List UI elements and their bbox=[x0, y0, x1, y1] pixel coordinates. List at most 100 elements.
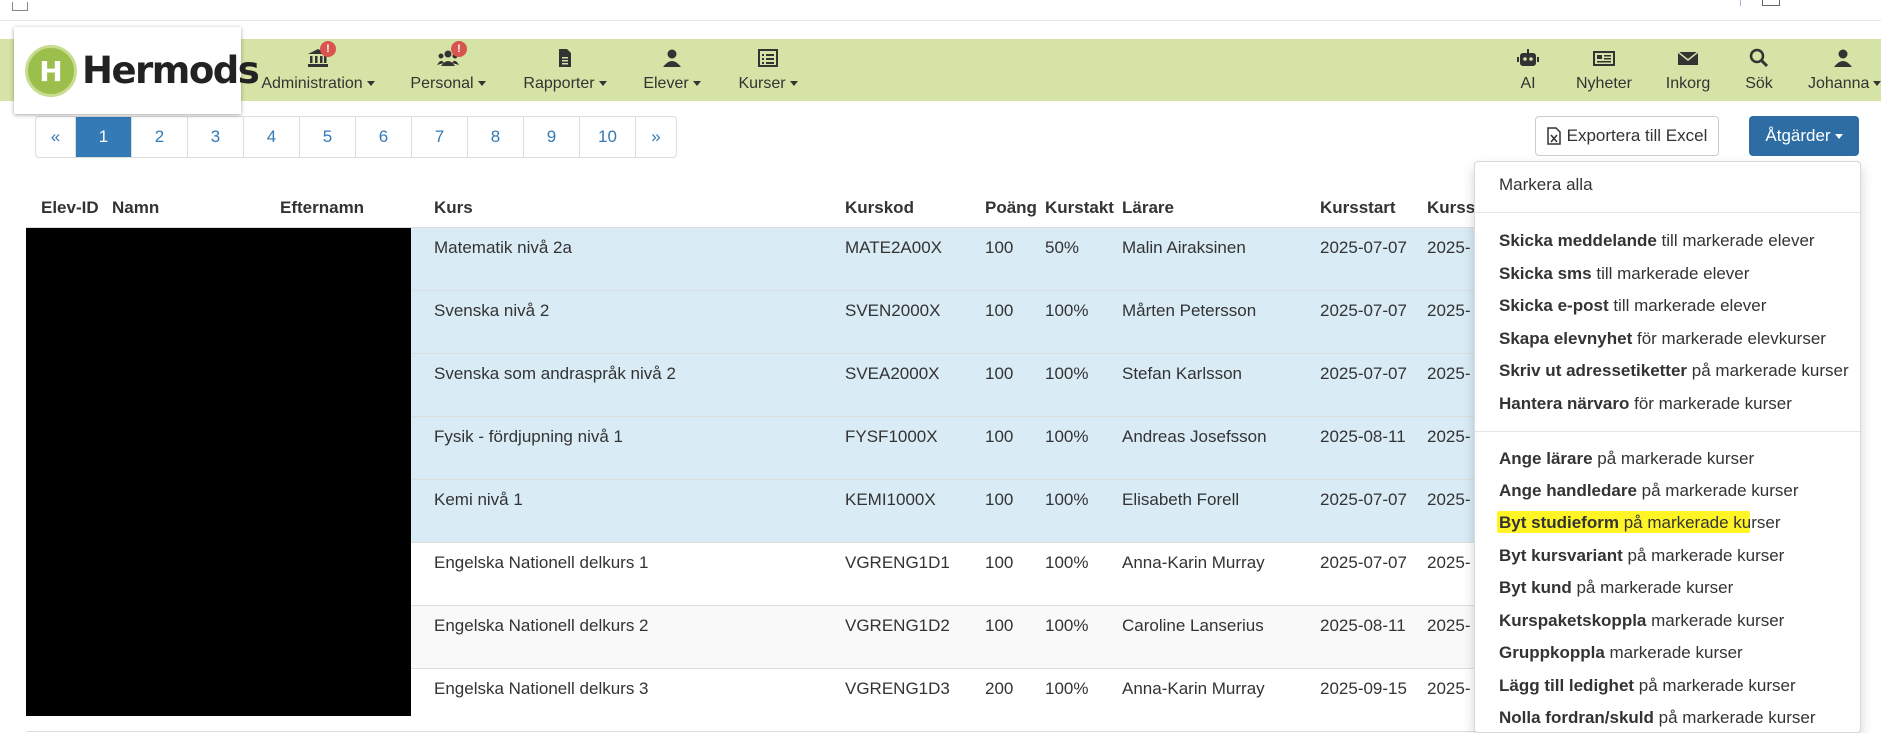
column-header[interactable]: Kurs bbox=[434, 198, 473, 218]
cell-kursstart: 2025-07-07 bbox=[1320, 301, 1407, 320]
menu-item-strong: Skapa elevnyhet bbox=[1499, 329, 1633, 348]
column-header[interactable]: Efternamn bbox=[280, 198, 364, 218]
menu-item-strong: Skicka meddelande bbox=[1499, 231, 1657, 250]
menu-item-reset-claim[interactable]: Nolla fordran/skuld på markerade kurser bbox=[1499, 708, 1816, 728]
cell-kurstakt: 100% bbox=[1045, 679, 1089, 698]
cell-kurstakt: 100% bbox=[1045, 427, 1089, 446]
menu-item-rest: på markerade kurser bbox=[1571, 578, 1734, 597]
nav-label: Rapporter bbox=[523, 75, 595, 92]
page-link-1[interactable]: 1 bbox=[76, 117, 132, 157]
nav-inkorg[interactable]: Inkorg bbox=[1660, 39, 1716, 101]
cell-kursslut: 2025- bbox=[1427, 301, 1471, 320]
cell-poang: 100 bbox=[985, 238, 1014, 257]
menu-item-add-leave[interactable]: Lägg till ledighet på markerade kurser bbox=[1499, 676, 1796, 696]
cell-larare: Caroline Lanserius bbox=[1122, 616, 1264, 635]
cell-larare: Andreas Josefsson bbox=[1122, 427, 1267, 446]
divider bbox=[1740, 0, 1741, 6]
menu-item-print-labels[interactable]: Skriv ut adressetiketter på markerade ku… bbox=[1499, 361, 1849, 381]
cell-larare: Stefan Karlsson bbox=[1122, 364, 1243, 383]
caret-down-icon bbox=[1873, 81, 1881, 87]
column-header[interactable]: Kursstart bbox=[1320, 198, 1396, 218]
column-header[interactable]: Kurskod bbox=[845, 198, 914, 218]
menu-divider bbox=[1475, 431, 1860, 432]
nav-administration[interactable]: ! Administration bbox=[258, 39, 378, 101]
menu-item-strong: Skicka sms bbox=[1499, 264, 1592, 283]
menu-item-change-study-form[interactable]: Byt studieform på markerade kurser bbox=[1499, 513, 1781, 533]
menu-item-strong: Kurspaketskoppla bbox=[1499, 611, 1647, 630]
menu-item-change-course-variant[interactable]: Byt kursvariant på markerade kurser bbox=[1499, 546, 1784, 566]
menu-item-set-supervisor[interactable]: Ange handledare på markerade kurser bbox=[1499, 481, 1799, 501]
cell-kurskod: KEMI1000X bbox=[845, 490, 936, 509]
cell-kurskod: MATE2A00X bbox=[845, 238, 943, 257]
menu-item-strong: Skriv ut adressetiketter bbox=[1499, 361, 1688, 380]
cell-kurs: Kemi nivå 1 bbox=[434, 490, 523, 509]
menu-item-link-package[interactable]: Kurspaketskoppla markerade kurser bbox=[1499, 611, 1784, 631]
caret-down-icon bbox=[692, 81, 701, 87]
table-header: Elev-ID Namn Efternamn Kurs Kurskod Poän… bbox=[26, 195, 1486, 229]
column-header[interactable]: Kurstakt bbox=[1045, 198, 1114, 218]
actions-dropdown-button[interactable]: Åtgärder bbox=[1749, 116, 1859, 156]
menu-item-strong: Gruppkoppla bbox=[1499, 643, 1605, 662]
nav-elever[interactable]: Elever bbox=[637, 39, 707, 101]
page-link-6[interactable]: 6 bbox=[356, 117, 412, 157]
nav-ai[interactable]: AI bbox=[1510, 39, 1546, 101]
menu-item-attendance[interactable]: Hantera närvaro för markerade kurser bbox=[1499, 394, 1792, 414]
brand-logo[interactable]: H Hermods bbox=[14, 27, 260, 114]
cell-larare: Mårten Petersson bbox=[1122, 301, 1257, 320]
cell-kurs: Engelska Nationell delkurs 3 bbox=[434, 679, 649, 698]
menu-item-send-email[interactable]: Skicka e-post till markerade elever bbox=[1499, 296, 1766, 316]
menu-item-strong: Lägg till ledighet bbox=[1499, 676, 1635, 695]
pagination-prev[interactable]: « bbox=[36, 117, 76, 157]
cell-kurskod: VGRENG1D2 bbox=[845, 616, 950, 635]
menu-item-set-teacher[interactable]: Ange lärare på markerade kurser bbox=[1499, 449, 1754, 469]
menu-item-link-group[interactable]: Gruppkoppla markerade kurser bbox=[1499, 643, 1743, 663]
nav-personal[interactable]: ! Personal bbox=[404, 39, 492, 101]
menu-item-send-sms[interactable]: Skicka sms till markerade elever bbox=[1499, 264, 1749, 284]
nav-nyheter[interactable]: Nyheter bbox=[1571, 39, 1637, 101]
cell-kurskod: VGRENG1D1 bbox=[845, 553, 950, 572]
caret-down-icon bbox=[477, 81, 486, 87]
page-link-8[interactable]: 8 bbox=[468, 117, 524, 157]
page-link-5[interactable]: 5 bbox=[300, 117, 356, 157]
cell-kurs: Fysik - fördjupning nivå 1 bbox=[434, 427, 623, 446]
excel-file-icon bbox=[1546, 127, 1561, 145]
column-header[interactable]: Lärare bbox=[1122, 198, 1174, 218]
apps-icon[interactable] bbox=[12, 2, 28, 11]
cell-kursslut: 2025- bbox=[1427, 616, 1471, 635]
menu-item-rest: för markerade kurser bbox=[1629, 394, 1792, 413]
window-icon[interactable] bbox=[1762, 0, 1780, 6]
cell-kurstakt: 50% bbox=[1045, 238, 1080, 257]
notification-badge: ! bbox=[320, 41, 336, 57]
column-header[interactable]: Poäng bbox=[985, 198, 1037, 218]
menu-item-rest: till markerade elever bbox=[1591, 264, 1750, 283]
page-link-2[interactable]: 2 bbox=[132, 117, 188, 157]
nav-kurser[interactable]: Kurser bbox=[730, 39, 806, 101]
menu-item-rest: på markerade kurser bbox=[1634, 676, 1796, 695]
column-header[interactable]: Elev-ID bbox=[41, 198, 99, 218]
nav-label: Johanna bbox=[1808, 75, 1870, 92]
cell-kursstart: 2025-07-07 bbox=[1320, 364, 1407, 383]
page-link-10[interactable]: 10 bbox=[580, 117, 636, 157]
cell-kurs: Svenska nivå 2 bbox=[434, 301, 550, 320]
column-header[interactable]: Kurssl bbox=[1427, 198, 1480, 218]
caret-down-icon bbox=[1834, 133, 1843, 139]
logo-emblem: H bbox=[25, 45, 77, 97]
page-link-7[interactable]: 7 bbox=[412, 117, 468, 157]
export-excel-button[interactable]: Exportera till Excel bbox=[1535, 116, 1719, 156]
newspaper-icon bbox=[1593, 51, 1615, 66]
menu-item-select-all[interactable]: Markera alla bbox=[1499, 175, 1593, 195]
cell-kursslut: 2025- bbox=[1427, 553, 1471, 572]
nav-sok[interactable]: Sök bbox=[1738, 39, 1780, 101]
cell-kursstart: 2025-07-07 bbox=[1320, 490, 1407, 509]
page-link-3[interactable]: 3 bbox=[188, 117, 244, 157]
menu-item-send-message[interactable]: Skicka meddelande till markerade elever bbox=[1499, 231, 1815, 251]
cell-kursslut: 2025- bbox=[1427, 490, 1471, 509]
nav-rapporter[interactable]: Rapporter bbox=[520, 39, 610, 101]
menu-item-change-customer[interactable]: Byt kund på markerade kurser bbox=[1499, 578, 1733, 598]
column-header[interactable]: Namn bbox=[112, 198, 159, 218]
menu-item-create-student-news[interactable]: Skapa elevnyhet för markerade elevkurser bbox=[1499, 329, 1826, 349]
page-link-4[interactable]: 4 bbox=[244, 117, 300, 157]
nav-user-menu[interactable]: Johanna bbox=[1804, 39, 1881, 101]
page-link-9[interactable]: 9 bbox=[524, 117, 580, 157]
pagination-next[interactable]: » bbox=[636, 117, 676, 157]
